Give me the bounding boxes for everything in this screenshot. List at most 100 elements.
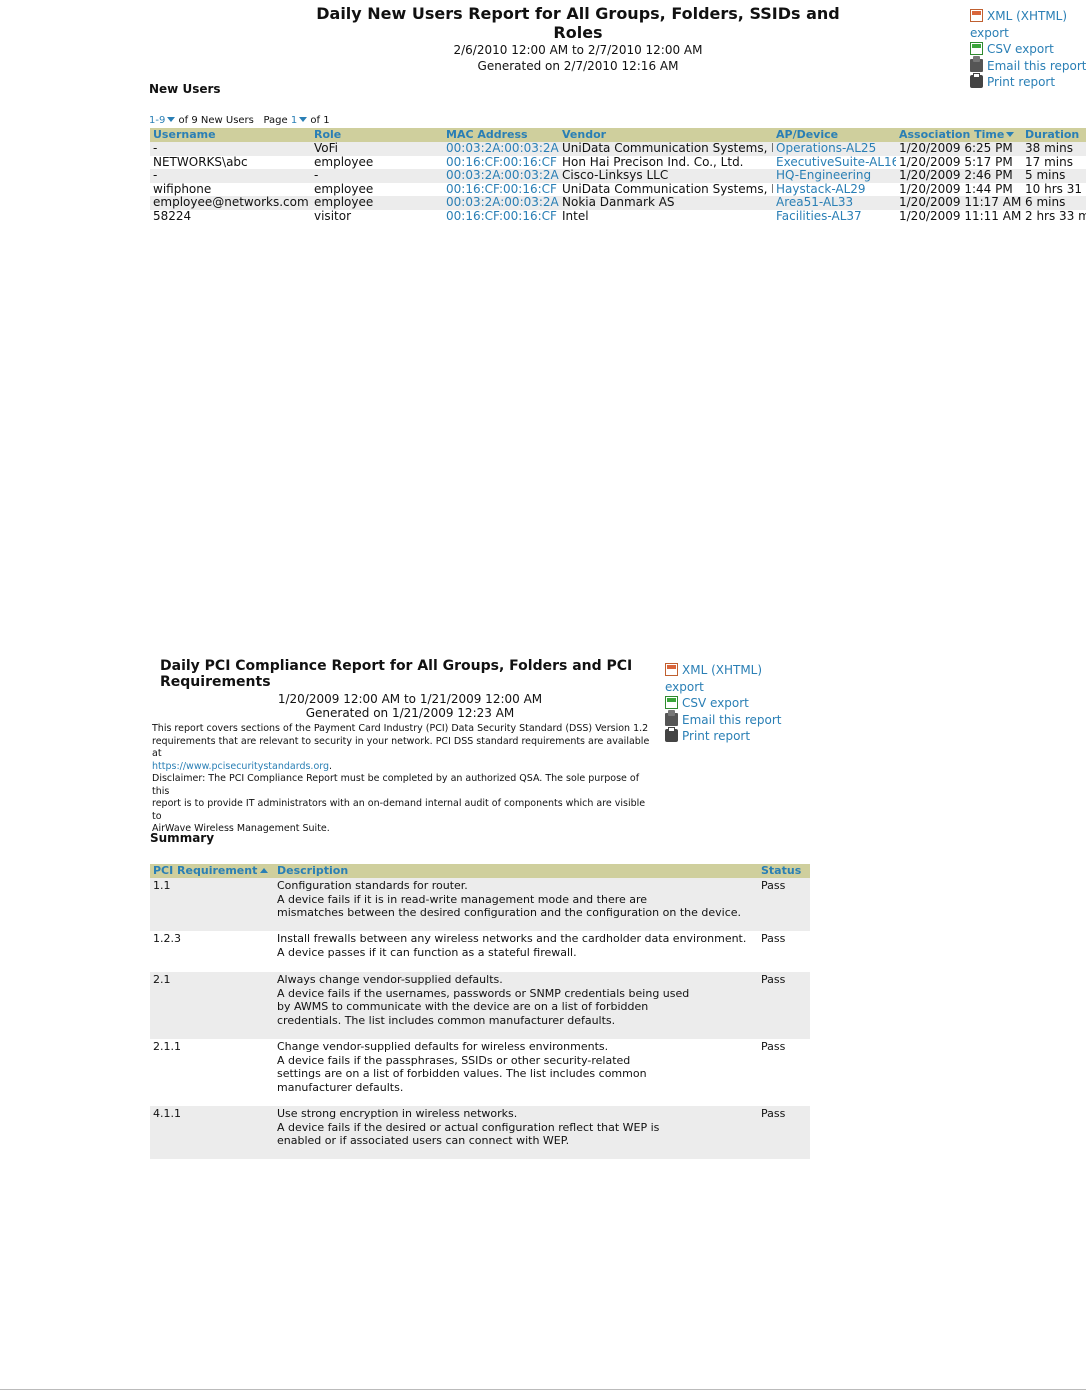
col-association-time-label[interactable]: Association Time	[899, 128, 1004, 141]
new-users-table: Username Role MAC Address Vendor AP/Devi…	[150, 128, 1086, 223]
col-role[interactable]: Role	[311, 128, 443, 142]
col-pci-requirement[interactable]: PCI Requirement	[150, 864, 274, 878]
cell-role: employee	[314, 155, 374, 169]
chevron-down-icon[interactable]	[299, 117, 308, 122]
col-description[interactable]: Description	[274, 864, 758, 878]
pager-of-text: of 9 New Users	[178, 115, 254, 126]
description-line: Change vendor-supplied defaults for wire…	[277, 1040, 609, 1053]
cell-mac-link[interactable]: 00:03:2A:00:03:2A	[446, 169, 559, 182]
cell-description: Use strong encryption in wireless networ…	[274, 1106, 758, 1159]
summary-heading: Summary	[150, 831, 215, 845]
col-association-time[interactable]: Association Time	[896, 128, 1022, 142]
pager-page-of: of 1	[310, 115, 330, 126]
print-icon[interactable]	[665, 727, 678, 742]
cell-username: wifiphone	[153, 182, 212, 196]
cell-status: Pass	[758, 972, 810, 1039]
cell-vendor: Hon Hai Precison Ind. Co., Ltd.	[562, 155, 744, 169]
xml-export-link-continued[interactable]: export	[970, 26, 1009, 40]
xml-export-icon[interactable]	[665, 663, 678, 676]
cell-vendor: UniData Communication Systems, Inc.	[559, 142, 773, 156]
col-status[interactable]: Status	[758, 864, 810, 878]
table-row: 1.1 Configuration standards for router. …	[150, 878, 810, 931]
disclaimer-line: Disclaimer: The PCI Compliance Report mu…	[152, 773, 640, 797]
print-icon[interactable]	[970, 73, 983, 88]
new-users-heading: New Users	[149, 82, 221, 96]
table-row: 4.1.1 Use strong encryption in wireless …	[150, 1106, 810, 1159]
email-report-link[interactable]: Email this report	[682, 713, 781, 727]
col-mac-address[interactable]: MAC Address	[443, 128, 559, 142]
cell-mac-link[interactable]: 00:16:CF:00:16:CF	[446, 210, 557, 223]
report1-date-range: 2/6/2010 12:00 AM to 2/7/2010 12:00 AM	[453, 43, 703, 57]
col-username[interactable]: Username	[150, 128, 311, 142]
email-icon[interactable]	[970, 55, 983, 72]
description-line: A device fails if the desired or actual …	[277, 1120, 660, 1134]
chevron-down-icon[interactable]	[167, 117, 176, 122]
cell-mac-link[interactable]: 00:03:2A:00:03:2A	[446, 142, 559, 155]
table-row: - - 00:03:2A:00:03:2A Cisco-Linksys LLC …	[150, 169, 1086, 183]
table-row: wifiphone employee 00:16:CF:00:16:CF Uni…	[150, 183, 1086, 197]
description-line: settings are on a list of forbidden valu…	[277, 1067, 647, 1080]
report1-generated: Generated on 2/7/2010 12:16 AM	[477, 59, 679, 73]
xml-export-link-continued[interactable]: export	[665, 680, 704, 694]
cell-requirement: 1.2.3	[153, 932, 181, 945]
table-row: employee@networks.com employee 00:03:2A:…	[150, 196, 1086, 210]
cell-vendor: Intel	[562, 209, 589, 223]
cell-association-time: 1/20/2009 1:44 PM	[899, 182, 1013, 196]
cell-ap-link[interactable]: Area51-AL33	[776, 196, 853, 209]
cell-role: -	[311, 169, 443, 183]
cell-requirement: 2.1.1	[153, 1040, 181, 1053]
cell-requirement: 1.1	[150, 878, 274, 931]
cell-duration: 6 mins	[1022, 196, 1086, 210]
pci-summary-table: PCI Requirement Description Status 1.1 C…	[150, 864, 810, 1159]
cell-role: visitor	[314, 209, 352, 223]
cell-ap-link[interactable]: HQ-Engineering	[776, 169, 871, 182]
pager-page-link[interactable]: 1	[291, 115, 297, 126]
bottom-divider	[0, 1389, 1086, 1390]
cell-ap-link[interactable]: Operations-AL25	[776, 142, 876, 155]
cell-mac-link[interactable]: 00:16:CF:00:16:CF	[446, 156, 557, 169]
col-ap-device[interactable]: AP/Device	[773, 128, 896, 142]
cell-description: Configuration standards for router. A de…	[274, 878, 758, 931]
table-row: 2.1.1 Change vendor-supplied defaults fo…	[150, 1039, 810, 1106]
sort-asc-icon[interactable]	[260, 868, 269, 873]
pager-range-link[interactable]: 1-9	[149, 115, 165, 126]
cell-ap-link[interactable]: ExecutiveSuite-AL16	[776, 156, 896, 169]
report2-disclaimer: Disclaimer: The PCI Compliance Report mu…	[152, 773, 652, 836]
report2-actions: XML (XHTML) export CSV export Email this…	[665, 662, 805, 745]
intro-line: This report covers sections of the Payme…	[152, 723, 649, 734]
csv-export-icon[interactable]	[665, 696, 678, 709]
description-line: mismatches between the desired configura…	[277, 906, 742, 919]
cell-ap-link[interactable]: Haystack-AL29	[776, 183, 866, 196]
cell-mac-link[interactable]: 00:16:CF:00:16:CF	[446, 183, 557, 196]
cell-role: employee	[314, 182, 374, 196]
col-duration[interactable]: Duration	[1022, 128, 1086, 142]
print-report-link[interactable]: Print report	[682, 729, 750, 743]
csv-export-link[interactable]: CSV export	[682, 696, 749, 710]
xml-export-link[interactable]: XML (XHTML)	[682, 663, 762, 677]
report1-title: Daily New Users Report for All Groups, F…	[316, 4, 840, 42]
print-report-link[interactable]: Print report	[987, 75, 1055, 89]
description-line: by AWMS to communicate with the device a…	[277, 1000, 649, 1013]
cell-description: Change vendor-supplied defaults for wire…	[274, 1039, 758, 1106]
pci-standards-link[interactable]: https://www.pcisecuritystandards.org	[152, 761, 329, 772]
cell-duration: 2 hrs 33 m	[1025, 209, 1086, 223]
col-pci-requirement-label[interactable]: PCI Requirement	[153, 864, 257, 877]
col-vendor[interactable]: Vendor	[559, 128, 773, 142]
xml-export-link[interactable]: XML (XHTML)	[987, 9, 1067, 23]
sort-desc-icon[interactable]	[1006, 132, 1015, 137]
cell-description: Always change vendor-supplied defaults. …	[274, 972, 758, 1039]
email-report-link[interactable]: Email this report	[987, 59, 1086, 73]
report1-actions: XML (XHTML) export CSV export Email this…	[970, 8, 1086, 91]
cell-ap-link[interactable]: Facilities-AL37	[776, 210, 862, 223]
report2-date-range: 1/20/2009 12:00 AM to 1/21/2009 12:00 AM	[277, 692, 543, 706]
cell-status: Pass	[761, 932, 786, 945]
xml-export-icon[interactable]	[970, 9, 983, 22]
cell-association-time: 1/20/2009 2:46 PM	[896, 169, 1022, 183]
cell-status: Pass	[758, 1106, 810, 1159]
csv-export-link[interactable]: CSV export	[987, 42, 1054, 56]
cell-vendor: Nokia Danmark AS	[559, 196, 773, 210]
cell-mac-link[interactable]: 00:03:2A:00:03:2A	[446, 196, 559, 209]
cell-username: -	[150, 142, 311, 156]
email-icon[interactable]	[665, 709, 678, 726]
csv-export-icon[interactable]	[970, 42, 983, 55]
